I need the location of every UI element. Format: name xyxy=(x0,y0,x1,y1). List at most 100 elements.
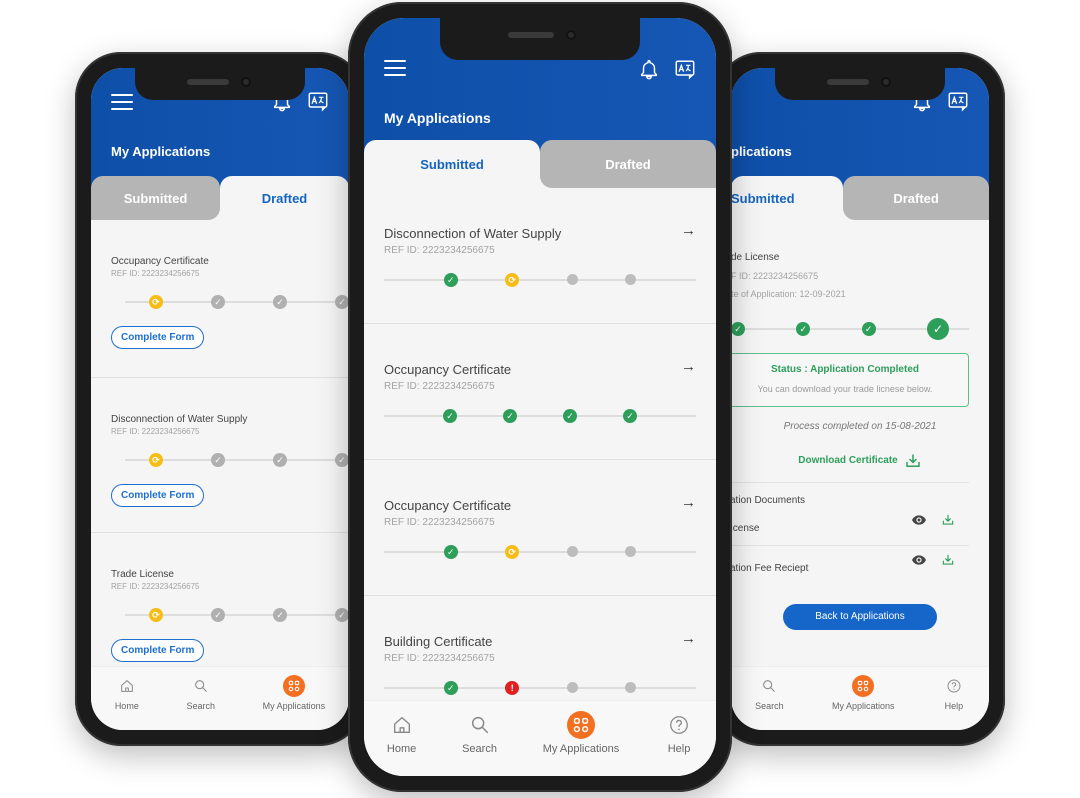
translate-icon[interactable] xyxy=(307,90,329,112)
nav-label: My Applications xyxy=(262,701,326,711)
progress-tracker: ✓ ✓ ✓ ✓ xyxy=(384,406,696,426)
application-date: te of Application: 12-09-2021 xyxy=(731,289,846,299)
step-pending-check-icon: ✓ xyxy=(273,608,287,622)
phone-left-drafted: My Applications Submitted Drafted Occupa… xyxy=(75,52,365,746)
page-title: My Applications xyxy=(111,144,211,159)
home-icon xyxy=(116,675,138,697)
step-pending-icon xyxy=(625,546,637,557)
translate-icon[interactable] xyxy=(947,90,969,112)
nav-item-my-applications[interactable]: My Applications xyxy=(832,675,895,711)
step-pending-check-icon: ✓ xyxy=(273,453,287,467)
ref-id: REF ID: 2223234256675 xyxy=(384,517,495,528)
step-pending-check-icon: ✓ xyxy=(211,295,225,309)
application-name: Trade License xyxy=(111,569,174,580)
complete-form-button[interactable]: Complete Form xyxy=(111,326,205,349)
nav-label: Home xyxy=(114,701,139,711)
application-card[interactable]: Building Certificate REF ID: 222323425667… xyxy=(364,596,716,700)
application-list: Disconnection of Water Supply REF ID: 222… xyxy=(364,188,716,700)
nav-item-my-applications[interactable]: My Applications xyxy=(543,711,619,755)
tab-drafted[interactable]: Drafted xyxy=(540,140,716,188)
step-completed-icon: ✓ xyxy=(443,273,458,287)
step-pending-icon xyxy=(566,546,578,557)
progress-tracker: ✓ ⟳ xyxy=(384,270,696,290)
nav-label: Help xyxy=(667,743,691,755)
application-name: de License xyxy=(731,252,780,263)
nav-item-home[interactable]: Home xyxy=(115,675,139,711)
search-icon xyxy=(190,675,212,697)
complete-form-button[interactable]: Complete Form xyxy=(111,639,205,662)
nav-item-search[interactable]: Search xyxy=(186,675,215,711)
nav-item-home[interactable]: Home xyxy=(387,711,416,755)
arrow-right-icon[interactable]: → xyxy=(681,222,696,239)
arrow-right-icon[interactable]: → xyxy=(681,630,696,647)
step-pending-icon xyxy=(566,682,578,693)
step-in-progress-icon: ⟳ xyxy=(149,295,163,309)
apps-icon xyxy=(282,675,305,697)
complete-form-button[interactable]: Complete Form xyxy=(111,484,205,507)
step-pending-check-icon: ✓ xyxy=(335,453,349,467)
nav-item-help[interactable]: Help xyxy=(665,711,693,755)
step-error-icon: ! xyxy=(505,681,520,695)
tab-drafted[interactable]: Drafted xyxy=(843,176,989,220)
hamburger-menu-icon[interactable] xyxy=(111,94,133,110)
translate-icon[interactable] xyxy=(674,58,696,80)
step-pending-icon xyxy=(625,274,637,285)
nav-item-help[interactable]: Help xyxy=(943,675,965,711)
application-name: Occupancy Certificate xyxy=(384,362,512,377)
step-completed-icon: ✓ xyxy=(926,318,949,340)
step-in-progress-icon: ⟳ xyxy=(149,453,163,467)
download-certificate-label: Download Certificate xyxy=(798,455,898,467)
hamburger-menu-icon[interactable] xyxy=(384,60,406,76)
step-in-progress-icon: ⟳ xyxy=(505,273,520,287)
ref-id: REF ID: 2223234256675 xyxy=(384,245,495,256)
arrow-right-icon[interactable]: → xyxy=(681,358,696,375)
status-box: Status : Application Completed You can d… xyxy=(731,353,969,407)
tab-submitted[interactable]: Submitted xyxy=(364,140,540,188)
download-certificate-button[interactable]: Download Certificate xyxy=(731,452,989,470)
step-completed-icon: ✓ xyxy=(796,322,811,336)
screen: plications Submitted Drafted de License … xyxy=(731,68,989,730)
progress-tracker: ⟳ ✓ ✓ ✓ xyxy=(125,292,349,312)
step-completed-icon: ✓ xyxy=(623,409,637,423)
nav-label: My Applications xyxy=(832,701,895,711)
nav-label: Search xyxy=(186,701,215,711)
help-icon xyxy=(943,675,965,697)
screen: My Applications Submitted Drafted Discon… xyxy=(364,18,716,776)
eye-icon[interactable] xyxy=(911,512,927,528)
step-pending-check-icon: ✓ xyxy=(273,295,287,309)
back-to-applications-button[interactable]: Back to Applications xyxy=(783,603,937,630)
nav-label: Home xyxy=(386,743,417,755)
step-completed-icon: ✓ xyxy=(861,322,876,336)
progress-tracker: ⟳ ✓ ✓ ✓ xyxy=(125,605,349,625)
nav-label: Search xyxy=(462,743,497,755)
download-icon[interactable] xyxy=(941,553,955,567)
download-icon[interactable] xyxy=(941,513,955,527)
nav-label: Search xyxy=(755,701,784,711)
ref-id: REF ID: 2223234256675 xyxy=(111,427,200,436)
page-title: plications xyxy=(731,144,792,159)
application-name: Occupancy Certificate xyxy=(384,498,512,513)
application-card[interactable]: Occupancy Certificate REF ID: 22232342566… xyxy=(364,324,716,460)
application-card[interactable]: Disconnection of Water Supply REF ID: 222… xyxy=(364,188,716,324)
eye-icon[interactable] xyxy=(911,552,927,568)
bell-icon[interactable] xyxy=(638,58,660,80)
step-pending-check-icon: ✓ xyxy=(335,295,349,309)
tab-submitted[interactable]: Submitted xyxy=(731,176,844,220)
ref-id: F ID: 2223234256675 xyxy=(731,271,819,281)
nav-item-search[interactable]: Search xyxy=(755,675,784,711)
ref-id: REF ID: 2223234256675 xyxy=(111,582,200,591)
nav-item-search[interactable]: Search xyxy=(462,711,497,755)
tab-submitted[interactable]: Submitted xyxy=(91,176,220,220)
application-card[interactable]: Occupancy Certificate REF ID: 22232342566… xyxy=(364,460,716,596)
draft-application-card: Trade License REF ID: 2223234256675 ⟳ ✓ ✓ ✓ Co… xyxy=(91,533,349,666)
document-name: License xyxy=(731,522,760,534)
tab-drafted[interactable]: Drafted xyxy=(220,176,349,220)
ref-id: REF ID: 2223234256675 xyxy=(384,381,495,392)
download-icon xyxy=(904,452,922,470)
application-name: Disconnection of Water Supply xyxy=(111,414,248,425)
arrow-right-icon[interactable]: → xyxy=(681,494,696,511)
bottom-nav: Home Search My Applications Help xyxy=(364,700,716,776)
search-icon xyxy=(466,711,494,739)
step-pending-check-icon: ✓ xyxy=(211,453,225,467)
nav-item-my-applications[interactable]: My Applications xyxy=(262,675,326,711)
